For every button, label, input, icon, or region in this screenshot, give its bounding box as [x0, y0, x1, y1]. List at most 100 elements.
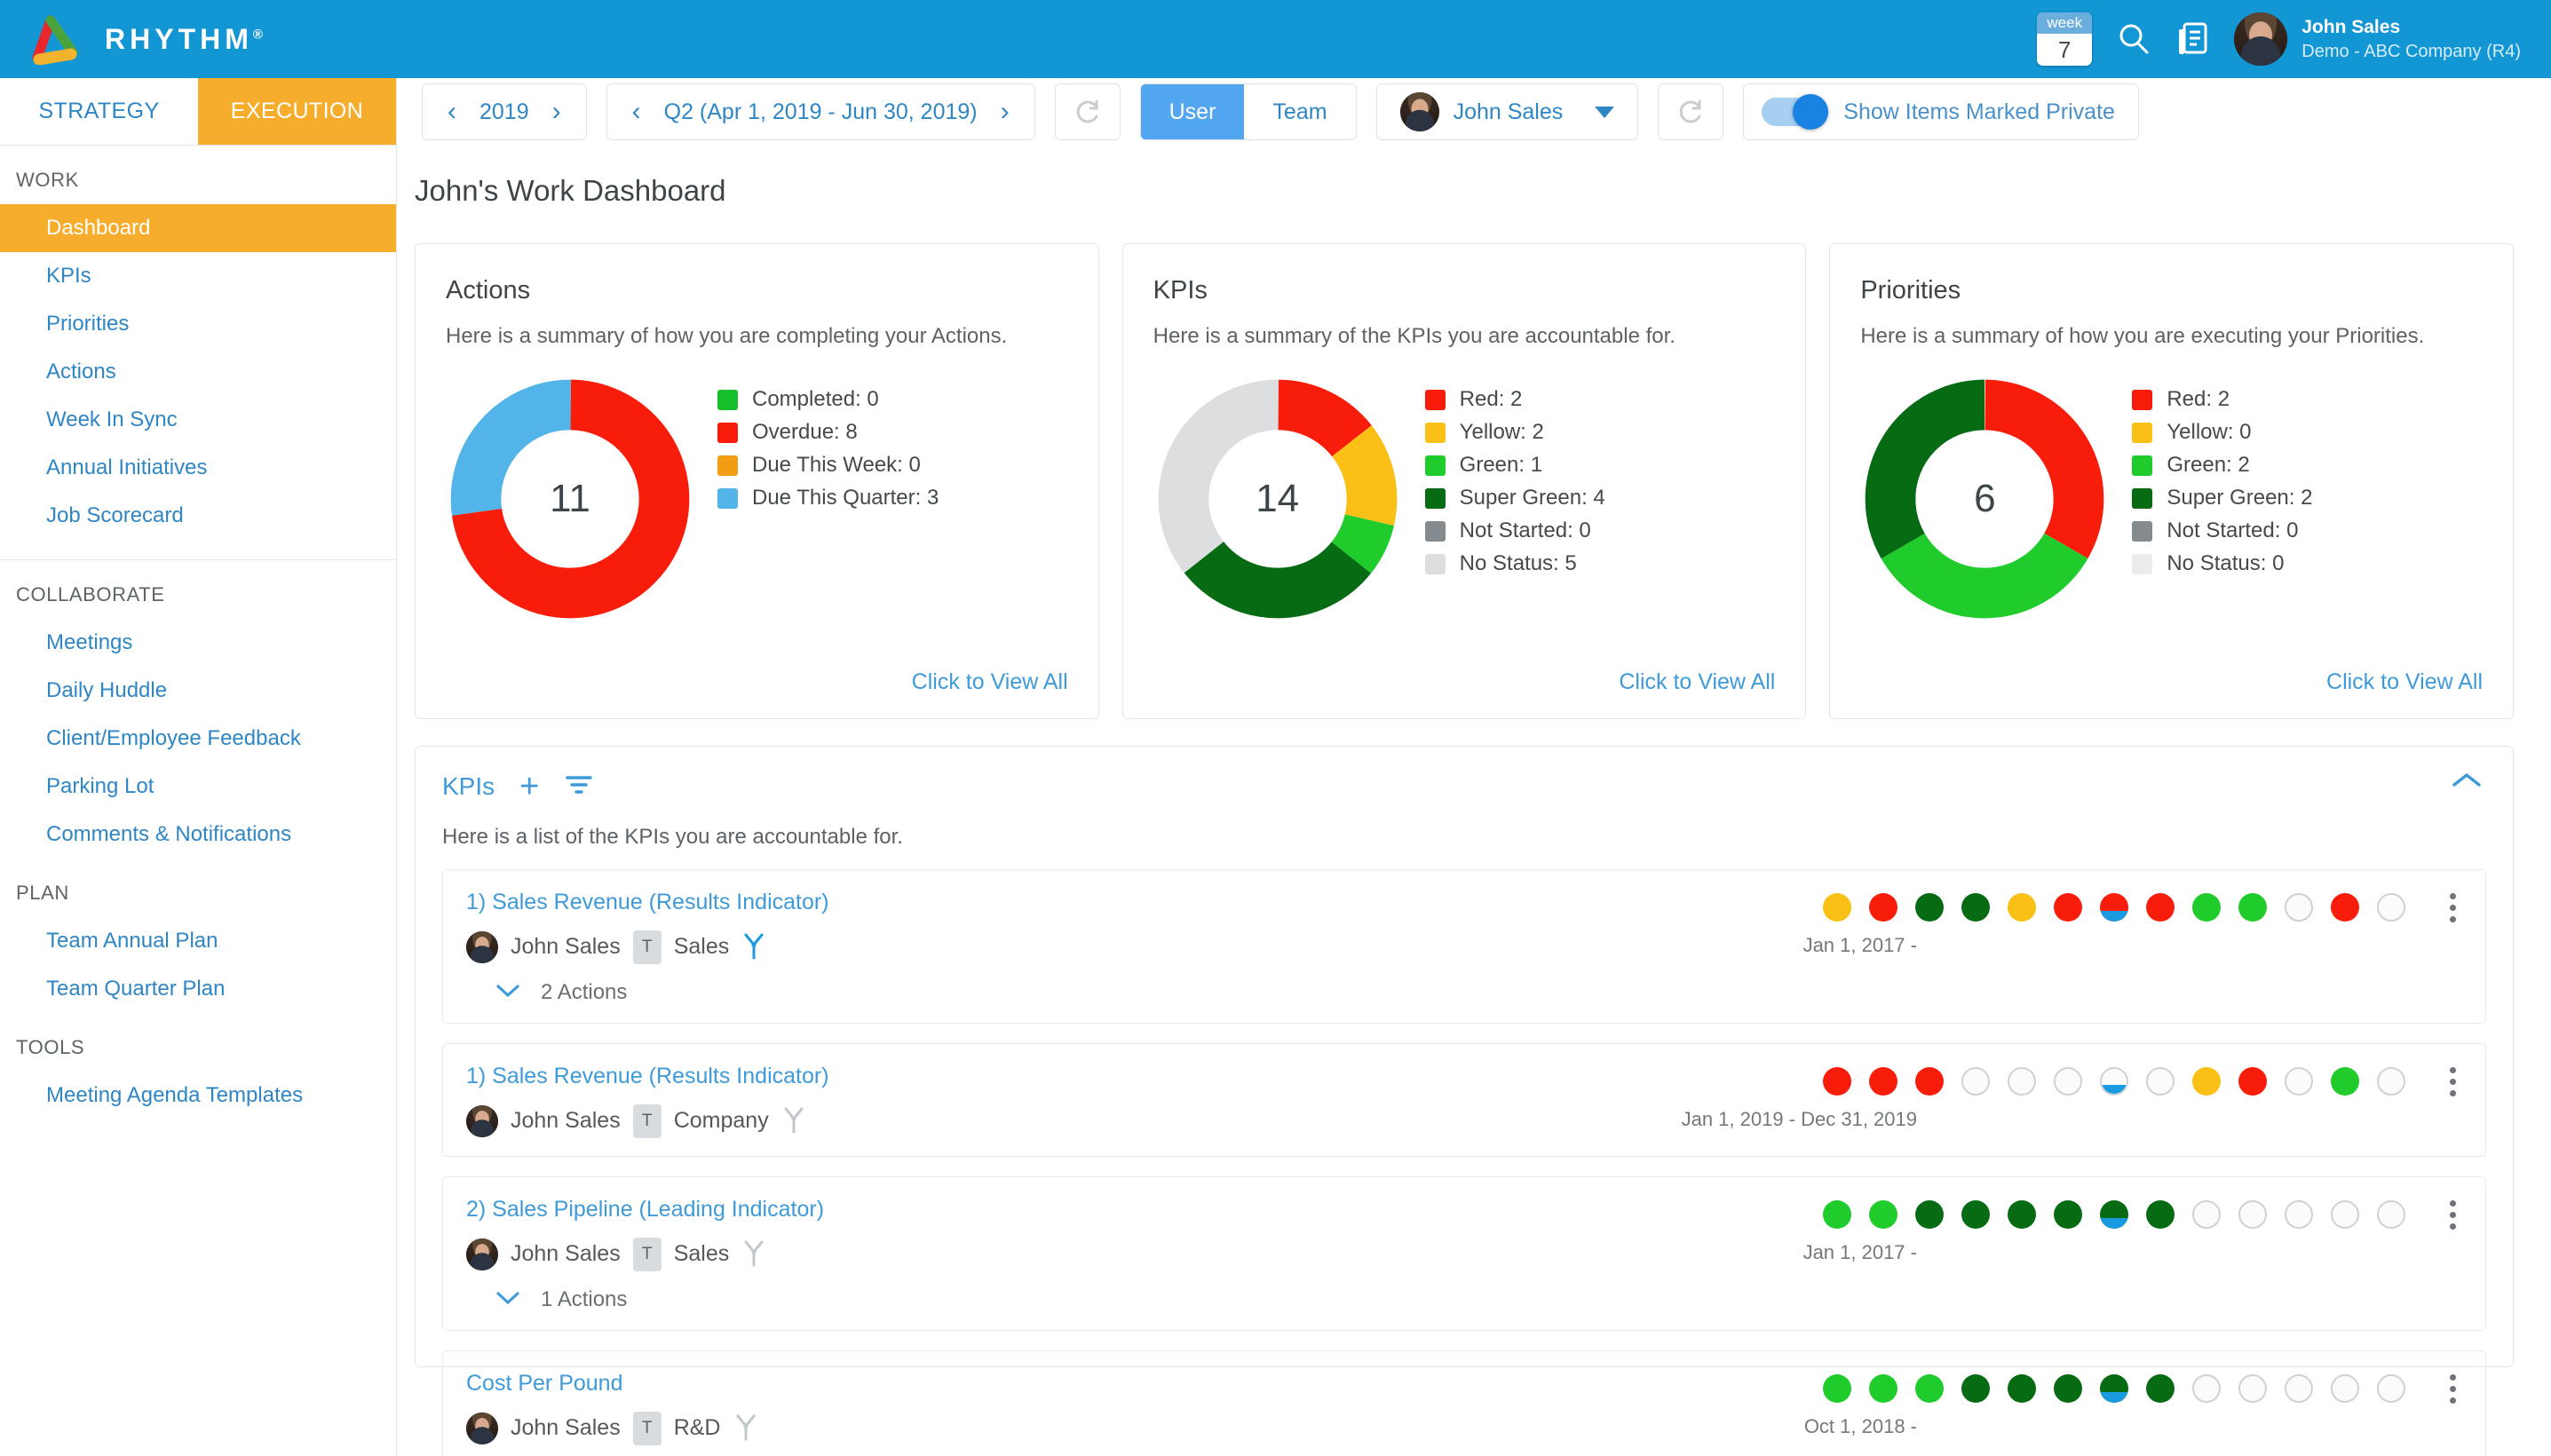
branch-icon[interactable] — [781, 1104, 806, 1138]
reports-icon[interactable] — [2175, 21, 2209, 57]
status-dot[interactable] — [2377, 1200, 2405, 1229]
status-dot[interactable] — [2285, 1067, 2313, 1096]
status-dot[interactable] — [1961, 1200, 1990, 1229]
status-dot[interactable] — [1915, 1374, 1944, 1403]
sidebar-item-team-quarter-plan[interactable]: Team Quarter Plan — [0, 965, 396, 1013]
sidebar-item-meetings[interactable]: Meetings — [0, 619, 396, 667]
status-dot[interactable] — [2331, 1374, 2359, 1403]
status-dot[interactable] — [2146, 1374, 2175, 1403]
status-dot[interactable] — [2331, 893, 2359, 922]
brand-logo[interactable]: RHYTHM® — [27, 13, 263, 66]
kpi-row[interactable]: Cost Per Pound John Sales T R&D Oct 1, 2018 … — [442, 1350, 2486, 1456]
status-dot[interactable] — [2377, 893, 2405, 922]
status-dot[interactable] — [2285, 893, 2313, 922]
status-dot[interactable] — [1823, 1067, 1851, 1096]
kpi-panel-title[interactable]: KPIs — [442, 772, 495, 801]
status-dot[interactable] — [2192, 1067, 2221, 1096]
status-dot[interactable] — [2146, 1200, 2175, 1229]
chevron-left-icon[interactable]: ‹ — [439, 99, 465, 125]
sidebar-item-comments-notifications[interactable]: Comments & Notifications — [0, 811, 396, 859]
sidebar-item-job-scorecard[interactable]: Job Scorecard — [0, 492, 396, 540]
kpis-donut-chart[interactable]: 14 — [1153, 375, 1402, 623]
header-user-menu[interactable]: John Sales Demo - ABC Company (R4) — [2234, 12, 2521, 66]
status-dot[interactable] — [2377, 1374, 2405, 1403]
scope-user-button[interactable]: User — [1140, 84, 1245, 139]
refresh-icon[interactable] — [1054, 83, 1121, 140]
person-selector[interactable]: John Sales — [1375, 83, 1639, 140]
status-dot[interactable] — [2008, 1200, 2036, 1229]
priorities-view-all-link[interactable]: Click to View All — [2326, 669, 2483, 695]
sidebar-item-week-in-sync[interactable]: Week In Sync — [0, 396, 396, 444]
sidebar-item-kpis[interactable]: KPIs — [0, 252, 396, 300]
status-dot[interactable] — [1869, 1374, 1897, 1403]
kpi-row[interactable]: 2) Sales Pipeline (Leading Indicator) Joh… — [442, 1176, 2486, 1331]
tab-strategy[interactable]: STRATEGY — [0, 78, 198, 145]
kpi-row-menu-icon[interactable] — [2450, 1374, 2459, 1404]
sidebar-item-client-employee-feedback[interactable]: Client/Employee Feedback — [0, 715, 396, 763]
private-items-toggle[interactable]: Show Items Marked Private — [1743, 83, 2139, 140]
status-dot[interactable] — [2054, 893, 2082, 922]
status-dot[interactable] — [2054, 1374, 2082, 1403]
sidebar-item-annual-initiatives[interactable]: Annual Initiatives — [0, 444, 396, 492]
sidebar-item-team-annual-plan[interactable]: Team Annual Plan — [0, 917, 396, 965]
tab-execution[interactable]: EXECUTION — [198, 78, 396, 145]
status-dot[interactable] — [1869, 893, 1897, 922]
status-dot[interactable] — [1915, 893, 1944, 922]
status-dot[interactable] — [2146, 893, 2175, 922]
branch-icon[interactable] — [733, 1411, 758, 1445]
reload-icon[interactable] — [1658, 83, 1724, 140]
status-dot[interactable] — [2054, 1200, 2082, 1229]
week-badge[interactable]: week 7 — [2037, 12, 2093, 66]
kpi-row[interactable]: 1) Sales Revenue (Results Indicator) John… — [442, 1043, 2486, 1157]
sidebar-item-meeting-agenda-templates[interactable]: Meeting Agenda Templates — [0, 1072, 396, 1120]
scope-team-button[interactable]: Team — [1244, 84, 1355, 139]
chevron-up-icon[interactable] — [2451, 770, 2483, 795]
chevron-down-icon[interactable] — [1595, 106, 1615, 118]
status-dot[interactable] — [2192, 893, 2221, 922]
status-dot[interactable] — [2008, 1067, 2036, 1096]
status-dot[interactable] — [1915, 1067, 1944, 1096]
status-dot[interactable] — [1823, 893, 1851, 922]
status-dot[interactable] — [2238, 1200, 2267, 1229]
status-dot[interactable] — [2238, 1067, 2267, 1096]
plus-icon[interactable]: + — [519, 770, 539, 803]
status-dot[interactable] — [2100, 893, 2128, 922]
status-dot[interactable] — [1961, 893, 1990, 922]
chevron-right-icon[interactable]: › — [543, 99, 570, 125]
status-dot[interactable] — [2331, 1067, 2359, 1096]
search-icon[interactable] — [2117, 22, 2151, 56]
chevron-down-icon[interactable] — [495, 1289, 521, 1311]
status-dot[interactable] — [2238, 893, 2267, 922]
kpis-view-all-link[interactable]: Click to View All — [1619, 669, 1775, 695]
sidebar-item-actions[interactable]: Actions — [0, 348, 396, 396]
status-dot[interactable] — [2146, 1067, 2175, 1096]
status-dot[interactable] — [1869, 1067, 1897, 1096]
chevron-left-icon[interactable]: ‹ — [623, 99, 650, 125]
branch-icon[interactable] — [741, 930, 766, 964]
sidebar-item-parking-lot[interactable]: Parking Lot — [0, 763, 396, 811]
status-dot[interactable] — [2285, 1374, 2313, 1403]
status-dot[interactable] — [2331, 1200, 2359, 1229]
status-dot[interactable] — [2192, 1374, 2221, 1403]
sidebar-item-daily-huddle[interactable]: Daily Huddle — [0, 667, 396, 715]
status-dot[interactable] — [2100, 1067, 2128, 1096]
status-dot[interactable] — [1823, 1200, 1851, 1229]
sidebar-item-dashboard[interactable]: Dashboard — [0, 204, 396, 252]
sidebar-item-priorities[interactable]: Priorities — [0, 300, 396, 348]
status-dot[interactable] — [2008, 893, 2036, 922]
kpi-actions-expander[interactable]: 2 Actions — [466, 980, 2462, 1005]
status-dot[interactable] — [1961, 1374, 1990, 1403]
status-dot[interactable] — [1823, 1374, 1851, 1403]
kpi-actions-expander[interactable]: 1 Actions — [466, 1287, 2462, 1312]
filter-icon[interactable] — [564, 773, 594, 801]
chevron-down-icon[interactable] — [495, 982, 521, 1004]
status-dot[interactable] — [2100, 1374, 2128, 1403]
kpi-row-menu-icon[interactable] — [2450, 1067, 2459, 1096]
status-dot[interactable] — [1869, 1200, 1897, 1229]
status-dot[interactable] — [1915, 1200, 1944, 1229]
actions-donut-chart[interactable]: 11 — [446, 375, 694, 623]
toggle-switch[interactable] — [1762, 94, 1829, 130]
status-dot[interactable] — [2192, 1200, 2221, 1229]
kpi-row-menu-icon[interactable] — [2450, 893, 2459, 922]
kpi-row[interactable]: 1) Sales Revenue (Results Indicator) John… — [442, 869, 2486, 1024]
